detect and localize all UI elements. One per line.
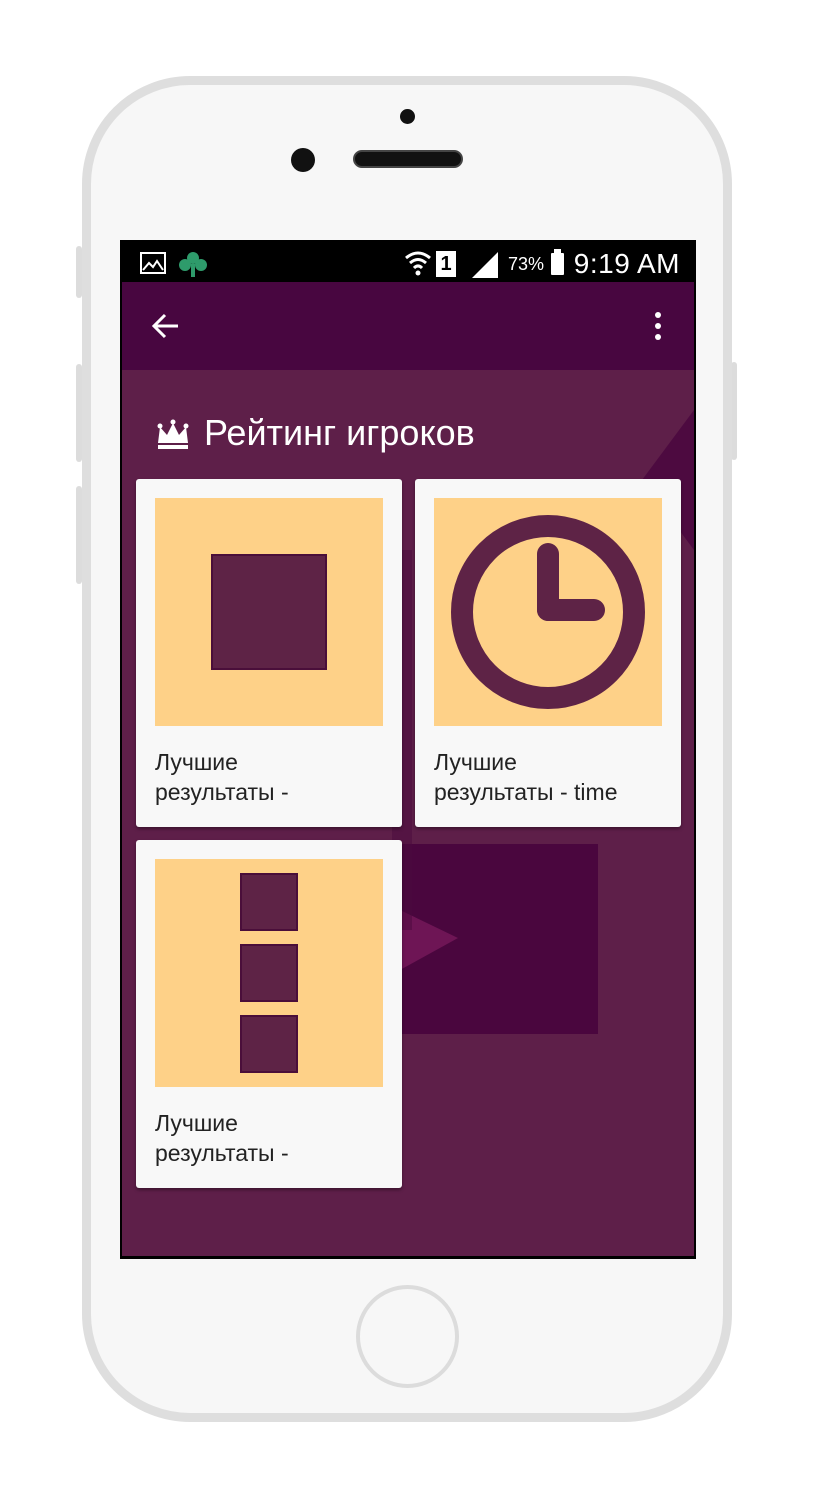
more-vert-icon[interactable] — [654, 310, 662, 342]
square-glyph — [211, 554, 327, 670]
clover-notification-icon — [178, 250, 208, 278]
square-glyph-bottom — [240, 1015, 298, 1073]
phone-speaker — [353, 150, 463, 168]
phone-home-button[interactable] — [356, 1285, 459, 1388]
leaderboards-content: Рейтинг игроков Лучшие результаты - Лучш… — [122, 370, 694, 1256]
app-screen: 1 73% 9:19 AM Рейтинг игроков Лучшие рез… — [120, 240, 696, 1259]
phone-front-camera — [291, 148, 315, 172]
signal-icon — [472, 252, 498, 278]
battery-icon — [551, 249, 564, 275]
status-time: 9:19 AM — [573, 248, 680, 279]
status-bar: 1 73% 9:19 AM — [122, 242, 694, 282]
square-glyph-middle — [240, 944, 298, 1002]
leaderboard-title: Лучшие результаты - time — [434, 749, 618, 805]
leaderboard-card-3[interactable]: Лучшие результаты - — [136, 840, 402, 1188]
section-title: Рейтинг игроков — [204, 412, 475, 453]
leaderboard-title: Лучшие результаты - — [155, 749, 289, 805]
sim-icon: 1 — [436, 251, 456, 277]
square-glyph-top — [240, 873, 298, 931]
battery-percent: 73% — [507, 254, 544, 274]
phone-sensor — [400, 109, 415, 124]
leaderboard-title: Лучшие результаты - — [155, 1110, 289, 1166]
square-icon — [155, 498, 383, 726]
leaderboard-card-2[interactable]: Лучшие результаты - time — [415, 479, 681, 827]
clock-icon — [434, 498, 662, 726]
stacked-squares-icon — [155, 859, 383, 1087]
wifi-icon — [404, 248, 432, 278]
leaderboard-card-1[interactable]: Лучшие результаты - — [136, 479, 402, 827]
image-icon — [140, 252, 166, 274]
section-header: Рейтинг игроков — [156, 408, 475, 458]
app-toolbar — [122, 282, 694, 370]
arrow-left-icon[interactable] — [150, 310, 182, 342]
crown-icon — [156, 414, 190, 450]
